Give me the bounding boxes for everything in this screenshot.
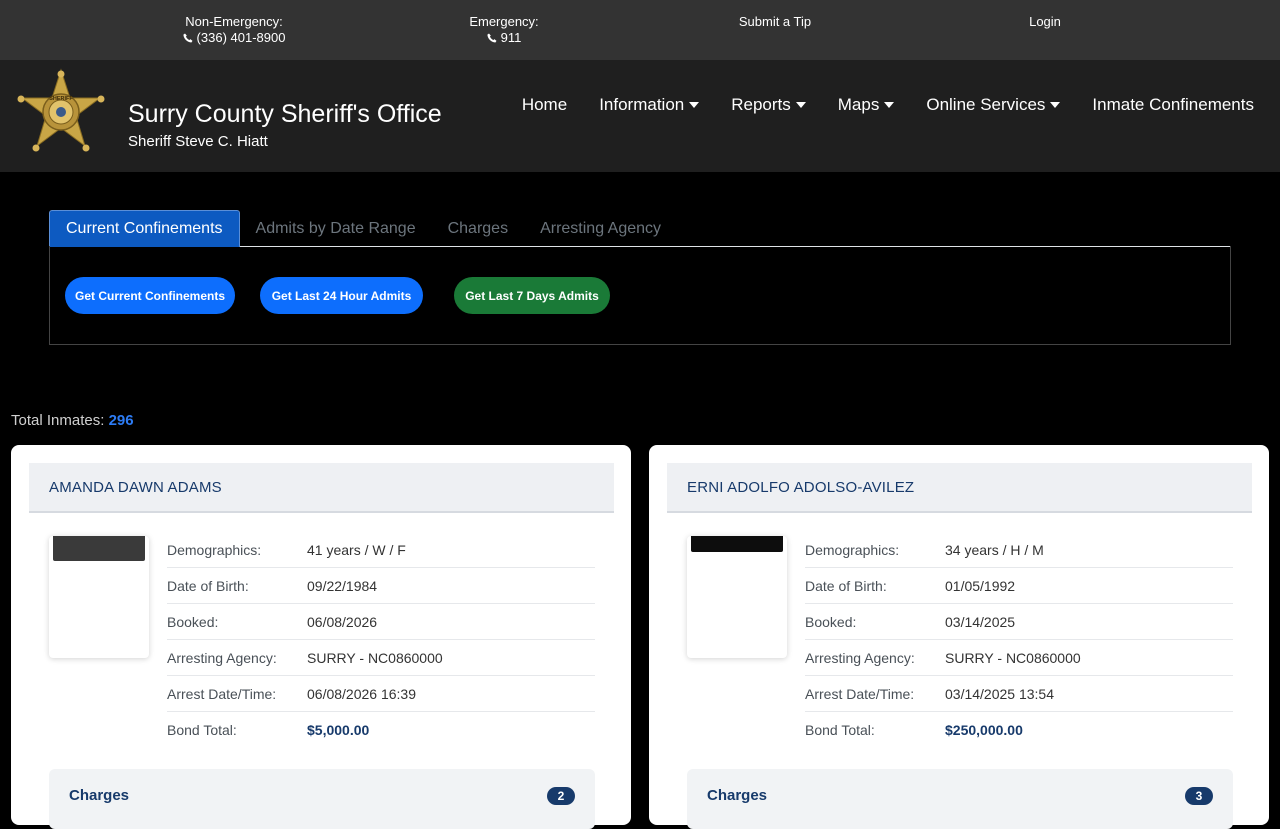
booked-value: 03/14/2025 <box>945 613 1016 630</box>
inmate-name[interactable]: ERNI ADOLFO ADOLSO-AVILEZ <box>687 479 914 496</box>
detail-row-arrest: Arrest Date/Time: 06/08/2026 16:39 <box>167 676 595 712</box>
site-title[interactable]: Surry County Sheriff's Office <box>128 100 442 129</box>
detail-row-demographics: Demographics: 41 years / W / F <box>167 532 595 568</box>
detail-row-booked: Booked: 06/08/2026 <box>167 604 595 640</box>
nav-inmate-confinements-label: Inmate Confinements <box>1092 95 1254 114</box>
site-subtitle: Sheriff Steve C. Hiatt <box>128 133 268 150</box>
inmate-card: AMANDA DAWN ADAMS Demographics: 41 years … <box>11 445 631 829</box>
nav-inmate-confinements[interactable]: Inmate Confinements <box>1092 95 1254 115</box>
tab-arresting-agency[interactable]: Arresting Agency <box>524 210 677 247</box>
charges-count-badge: 2 <box>547 787 575 805</box>
detail-row-bond: Bond Total: $250,000.00 <box>805 722 1023 738</box>
main-nav: Home Information Reports Maps Online Ser… <box>522 95 1254 115</box>
phone-icon <box>487 33 497 43</box>
demographics-value: 41 years / W / F <box>307 541 406 558</box>
nav-online-services-label: Online Services <box>926 95 1046 114</box>
sheriff-star-badge-logo[interactable]: SHERIFF <box>14 68 108 156</box>
get-last-24-hour-admits-button[interactable]: Get Last 24 Hour Admits <box>260 277 423 314</box>
nav-information-label: Information <box>599 95 685 114</box>
badge-text: SHERIFF <box>49 96 73 102</box>
confinement-tabs: Current Confinements Admits by Date Rang… <box>49 210 1231 247</box>
arrest-value: 06/08/2026 16:39 <box>307 685 416 702</box>
inmate-card-header: AMANDA DAWN ADAMS <box>29 463 614 513</box>
detail-row-booked: Booked: 03/14/2025 <box>805 604 1233 640</box>
charges-label: Charges <box>707 787 768 804</box>
bond-value: $5,000.00 <box>307 722 370 738</box>
emergency-phone: 911 <box>500 30 522 45</box>
demographics-value: 34 years / H / M <box>945 541 1044 558</box>
phone-icon <box>182 33 193 43</box>
detail-row-agency: Arresting Agency: SURRY - NC0860000 <box>805 640 1233 676</box>
arrest-value: 03/14/2025 13:54 <box>945 685 1054 702</box>
agency-value: SURRY - NC0860000 <box>945 649 1081 666</box>
caret-down-icon <box>795 102 806 108</box>
inmate-details: Demographics: 41 years / W / F Date of Bi… <box>167 532 595 748</box>
dob-value: 01/05/1992 <box>945 577 1016 594</box>
detail-row-agency: Arresting Agency: SURRY - NC0860000 <box>167 640 595 676</box>
inmate-card: ERNI ADOLFO ADOLSO-AVILEZ Demographics: 3… <box>649 445 1269 829</box>
non-emergency-phone: (336) 401-8900 <box>196 30 286 45</box>
total-inmates: Total Inmates: 296 <box>11 412 134 429</box>
caret-down-icon <box>689 102 700 108</box>
inmate-photo[interactable] <box>687 536 787 658</box>
nav-online-services[interactable]: Online Services <box>926 95 1061 115</box>
nav-information[interactable]: Information <box>599 95 700 115</box>
caret-down-icon <box>884 102 895 108</box>
tab-admits-by-date-range[interactable]: Admits by Date Range <box>240 210 432 247</box>
tab-charges[interactable]: Charges <box>432 210 524 247</box>
tab-current-confinements[interactable]: Current Confinements <box>49 210 240 247</box>
tab-panel-current-confinements: Get Current Confinements Get Last 24 Hou… <box>49 246 1231 345</box>
charges-accordion[interactable]: Charges 3 <box>687 769 1233 829</box>
inmate-details: Demographics: 34 years / H / M Date of Bi… <box>805 532 1233 748</box>
booked-value: 06/08/2026 <box>307 613 378 630</box>
top-utility-bar: Non-Emergency: (336) 401-8900 Emergency:… <box>0 0 1280 60</box>
charges-label: Charges <box>69 787 130 804</box>
emergency-contact[interactable]: Emergency: 911 <box>468 14 540 46</box>
total-inmates-count: 296 <box>108 412 134 429</box>
site-header: SHERIFF Surry County Sheriff's Office Sh… <box>0 60 1280 172</box>
login-link[interactable]: Login <box>1025 14 1065 30</box>
nav-maps-label: Maps <box>837 95 880 114</box>
caret-down-icon <box>1050 102 1061 108</box>
agency-value: SURRY - NC0860000 <box>307 649 443 666</box>
non-emergency-contact[interactable]: Non-Emergency: (336) 401-8900 <box>182 14 286 46</box>
total-inmates-label: Total Inmates: <box>11 412 105 429</box>
nav-maps[interactable]: Maps <box>838 95 895 115</box>
detail-row-bond: Bond Total: $5,000.00 <box>167 722 370 738</box>
dob-value: 09/22/1984 <box>307 577 378 594</box>
inmate-name[interactable]: AMANDA DAWN ADAMS <box>49 479 222 496</box>
charges-accordion[interactable]: Charges 2 <box>49 769 595 829</box>
detail-row-dob: Date of Birth: 01/05/1992 <box>805 568 1233 604</box>
nav-home[interactable]: Home <box>522 95 567 115</box>
detail-row-dob: Date of Birth: 09/22/1984 <box>167 568 595 604</box>
non-emergency-label: Non-Emergency: <box>185 14 283 29</box>
detail-row-arrest: Arrest Date/Time: 03/14/2025 13:54 <box>805 676 1233 712</box>
charges-count-badge: 3 <box>1185 787 1213 805</box>
detail-row-demographics: Demographics: 34 years / H / M <box>805 532 1233 568</box>
inmate-card-header: ERNI ADOLFO ADOLSO-AVILEZ <box>667 463 1252 513</box>
inmate-photo[interactable] <box>49 536 149 658</box>
submit-tip-link[interactable]: Submit a Tip <box>735 14 815 30</box>
nav-reports-label: Reports <box>731 95 791 114</box>
emergency-label: Emergency: <box>469 14 539 29</box>
nav-reports[interactable]: Reports <box>731 95 806 115</box>
get-current-confinements-button[interactable]: Get Current Confinements <box>65 277 235 314</box>
get-last-7-days-admits-button[interactable]: Get Last 7 Days Admits <box>454 277 610 314</box>
bond-value: $250,000.00 <box>945 722 1023 738</box>
nav-home-label: Home <box>521 95 568 114</box>
